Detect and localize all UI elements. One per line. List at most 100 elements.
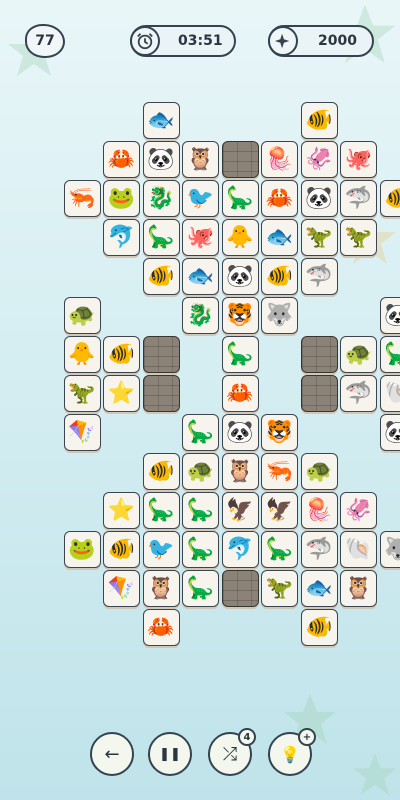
tile-dinosaur[interactable]: 🦕: [142, 219, 180, 256]
tile-shell[interactable]: 🐚: [379, 375, 400, 412]
tile-chick[interactable]: 🐥: [63, 336, 101, 373]
tile-stegosaurus[interactable]: 🦕: [261, 531, 298, 568]
octopus-icon: 🐙: [344, 146, 373, 172]
tile-panda[interactable]: 🐼: [300, 180, 338, 217]
tile-frog[interactable]: 🐸: [63, 531, 101, 568]
tile-anglerfish[interactable]: 🐠: [142, 258, 180, 295]
tile-clownfish[interactable]: 🐠: [300, 609, 338, 646]
undo-button[interactable]: ←: [90, 732, 134, 776]
tile-turtle[interactable]: 🐢: [340, 336, 377, 373]
tile-turtle[interactable]: 🐢: [300, 453, 338, 490]
tile-hammerhead[interactable]: 🦈: [340, 375, 377, 412]
tile-starfish[interactable]: ⭐: [103, 492, 140, 529]
t-rex-icon: 🦖: [344, 224, 373, 250]
hammerhead-icon: 🦈: [305, 263, 333, 289]
tile-frog[interactable]: 🐸: [103, 180, 140, 217]
tile-crab[interactable]: 🦀: [261, 180, 298, 217]
tile-crab[interactable]: 🦀: [103, 141, 140, 178]
tile-octopus[interactable]: 🐙: [182, 219, 219, 256]
tile-panda[interactable]: 🐼: [221, 258, 259, 295]
tile-bird[interactable]: 🐦: [182, 180, 219, 217]
tile-stegosaurus[interactable]: 🦕: [182, 492, 219, 529]
tile-owl[interactable]: 🦉: [340, 570, 377, 607]
hint-button[interactable]: 💡 +: [268, 728, 316, 776]
squid-icon: 🦑: [305, 146, 333, 172]
tile-goldfish[interactable]: 🐟: [261, 219, 298, 256]
tile-bamboo-panda[interactable]: 🐼: [379, 414, 400, 451]
tile-panda[interactable]: 🐼: [142, 141, 180, 178]
tile-t-rex[interactable]: 🦖: [261, 570, 298, 607]
tile-jellyfish[interactable]: 🪼: [300, 492, 338, 529]
hint-add-badge: +: [298, 728, 316, 746]
tile-tropical-fish[interactable]: 🐠: [379, 180, 400, 217]
tile-fish-pink[interactable]: 🐟: [182, 258, 219, 295]
tile-stingray[interactable]: 🪁: [63, 414, 101, 451]
tile-tiger[interactable]: 🐯: [261, 414, 298, 451]
tile-pterodactyl[interactable]: 🦖: [300, 219, 338, 256]
tile-fish-pink[interactable]: 🐟: [142, 102, 180, 139]
tile-shark[interactable]: 🦈: [340, 180, 377, 217]
tile-tiger[interactable]: 🐯: [221, 297, 259, 334]
tile-t-rex[interactable]: 🦖: [340, 219, 377, 256]
tile-stingray[interactable]: 🪁: [103, 570, 140, 607]
turtle-icon: 🐢: [68, 302, 96, 328]
tile-clownfish[interactable]: 🐠: [103, 531, 140, 568]
tile-crab[interactable]: 🦀: [142, 609, 180, 646]
dinosaur-icon: 🦕: [384, 341, 400, 367]
tile-octopus[interactable]: 🐙: [340, 141, 377, 178]
tile-turtle[interactable]: 🐢: [63, 297, 101, 334]
tile-owl[interactable]: 🦉: [182, 141, 219, 178]
shell-icon: 🐚: [344, 536, 373, 562]
tile-owl[interactable]: 🦉: [142, 570, 180, 607]
tile-starfish[interactable]: ⭐: [103, 375, 140, 412]
tile-crab[interactable]: 🦀: [221, 375, 259, 412]
tile-stegosaurus[interactable]: 🦕: [182, 531, 219, 568]
tile-dinosaur[interactable]: 🦕: [379, 336, 400, 373]
tile-owl[interactable]: 🦉: [221, 453, 259, 490]
tile-anglerfish[interactable]: 🐠: [103, 336, 140, 373]
tile-squid[interactable]: 🦑: [300, 141, 338, 178]
tile-shrimp[interactable]: 🦐: [63, 180, 101, 217]
tile-squid[interactable]: 🦑: [340, 492, 377, 529]
bamboo-panda-icon: 🐼: [384, 302, 400, 328]
tile-shark[interactable]: 🦈: [300, 531, 338, 568]
tile-chick[interactable]: 🐥: [221, 219, 259, 256]
tile-vulture[interactable]: 🦅: [261, 492, 298, 529]
tile-pterodactyl[interactable]: 🦖: [63, 375, 101, 412]
tile-dinosaur[interactable]: 🦕: [182, 570, 219, 607]
tile-shell[interactable]: 🐚: [340, 531, 377, 568]
tile-shrimp[interactable]: 🦐: [261, 453, 298, 490]
tile-bird[interactable]: 🐦: [142, 531, 180, 568]
octopus-icon: 🐙: [186, 224, 215, 250]
tile-dinosaur[interactable]: 🦕: [221, 180, 259, 217]
tile-seahorse[interactable]: 🐉: [142, 180, 180, 217]
tile-jellyfish[interactable]: 🪼: [261, 141, 298, 178]
tile-wolf[interactable]: 🐺: [261, 297, 298, 334]
tile-hammerhead[interactable]: 🦈: [300, 258, 338, 295]
crab-icon: 🦀: [226, 380, 254, 406]
tile-wolf[interactable]: 🐺: [379, 531, 400, 568]
tile-dinosaur[interactable]: 🦕: [221, 336, 259, 373]
goldfish-icon: 🐟: [265, 224, 294, 250]
pause-button[interactable]: ❚❚: [148, 732, 192, 776]
shuffle-button[interactable]: ⤮ 4: [208, 728, 256, 776]
tile-anglerfish[interactable]: 🐠: [300, 102, 338, 139]
tile-seahorse[interactable]: 🐉: [182, 297, 219, 334]
stone-block-tile: [142, 336, 180, 373]
turtle-icon: 🐢: [305, 458, 333, 484]
tile-anglerfish[interactable]: 🐠: [261, 258, 298, 295]
tile-dinosaur[interactable]: 🦕: [182, 414, 219, 451]
tile-goldfish[interactable]: 🐟: [300, 570, 338, 607]
tile-bamboo-panda[interactable]: 🐼: [379, 297, 400, 334]
crab-icon: 🦀: [147, 614, 175, 640]
tile-turtle[interactable]: 🐢: [182, 453, 219, 490]
tile-vulture[interactable]: 🦅: [221, 492, 259, 529]
seahorse-icon: 🐉: [147, 185, 175, 211]
tile-panda[interactable]: 🐼: [221, 414, 259, 451]
tile-stegosaurus[interactable]: 🦕: [142, 492, 180, 529]
bird-icon: 🐦: [186, 185, 215, 211]
tile-dolphin[interactable]: 🐬: [221, 531, 259, 568]
stone-block-tile: [221, 570, 259, 607]
tile-tropical-fish[interactable]: 🐠: [142, 453, 180, 490]
tile-dolphin[interactable]: 🐬: [103, 219, 140, 256]
